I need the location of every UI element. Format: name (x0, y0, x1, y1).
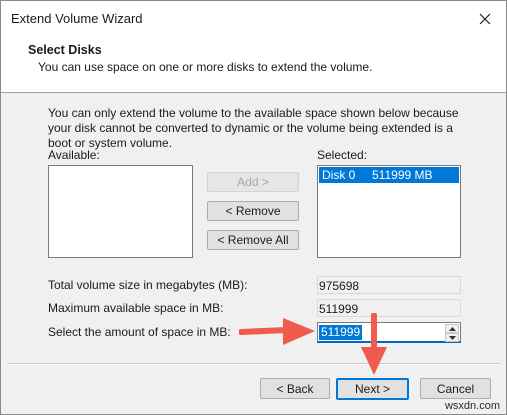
info-text: You can only extend the volume to the av… (48, 106, 459, 150)
back-button[interactable]: < Back (260, 378, 330, 399)
red-arrow-down-icon (361, 313, 387, 375)
page-title: Select Disks (28, 43, 102, 57)
amount-label: Select the amount of space in MB: (48, 325, 231, 339)
remove-button[interactable]: < Remove (207, 201, 299, 221)
title-bar: Extend Volume Wizard (1, 1, 506, 37)
cancel-button[interactable]: Cancel (420, 378, 491, 399)
next-button[interactable]: Next > (336, 378, 409, 400)
red-arrow-right-icon (239, 318, 315, 345)
watermark: wsxdn.com (444, 400, 500, 412)
chevron-up-icon (448, 326, 456, 331)
close-button[interactable] (470, 5, 500, 33)
available-label: Available: (48, 148, 100, 162)
window-title: Extend Volume Wizard (11, 11, 143, 26)
available-disks-list[interactable] (48, 165, 193, 258)
page-subtitle: You can use space on one or more disks t… (38, 60, 373, 74)
total-size-label: Total volume size in megabytes (MB): (48, 278, 248, 292)
wizard-header: Select Disks You can use space on one or… (1, 37, 506, 93)
footer-divider-highlight (7, 364, 500, 365)
list-item-disk-0[interactable]: Disk 0 511999 MB (319, 167, 459, 183)
stepper-up-button[interactable] (445, 324, 459, 333)
stepper-down-button[interactable] (445, 333, 459, 342)
total-size-field: 975698 (317, 276, 461, 294)
stepper-buttons (445, 324, 459, 342)
selected-disks-list[interactable]: Disk 0 511999 MB (317, 165, 461, 258)
chevron-down-icon (448, 335, 456, 340)
close-icon (479, 13, 491, 25)
max-space-label: Maximum available space in MB: (48, 301, 224, 315)
remove-all-button[interactable]: < Remove All (207, 230, 299, 250)
amount-input[interactable]: 511999 (319, 325, 363, 340)
selected-label: Selected: (317, 148, 368, 162)
add-button[interactable]: Add > (207, 172, 299, 192)
extend-volume-dialog: Extend Volume Wizard Select Disks You ca… (0, 0, 507, 415)
